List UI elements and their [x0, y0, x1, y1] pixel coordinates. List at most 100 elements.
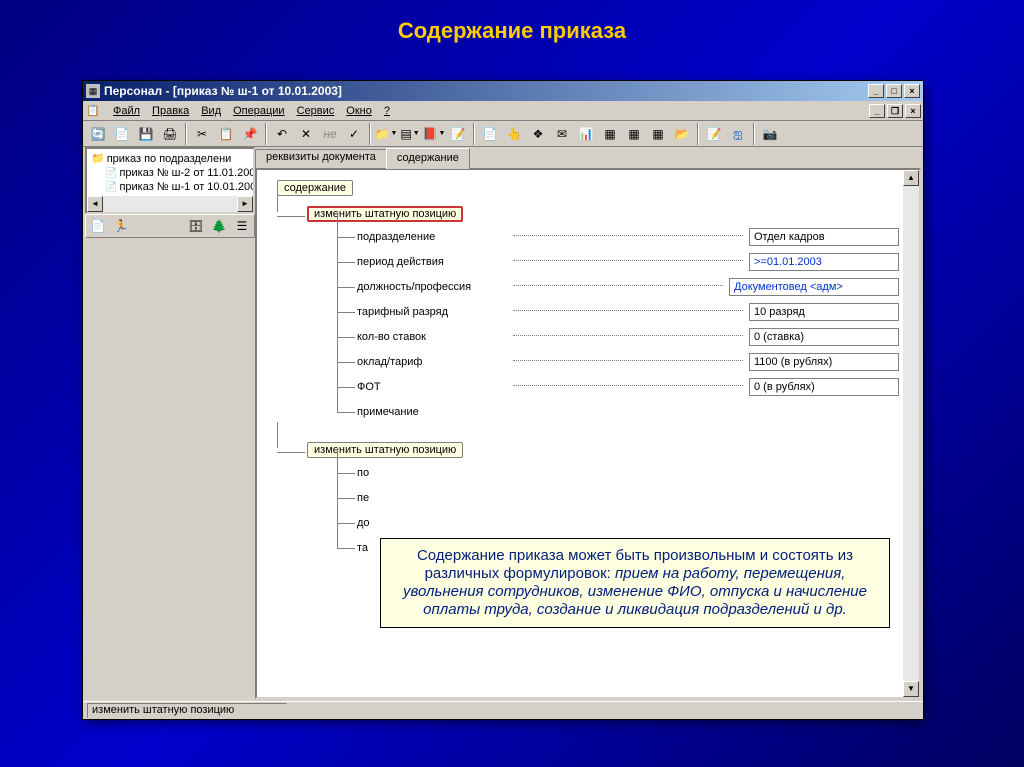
nav-new-icon[interactable]: 📄	[87, 215, 109, 237]
tb-check-icon[interactable]: ✓	[343, 123, 365, 145]
tb-share-icon[interactable]: ❖	[527, 123, 549, 145]
field-value[interactable]: 1100 (в рублях)	[749, 353, 899, 371]
field-row: кол-во ставок0 (ставка)	[337, 327, 899, 347]
field-value[interactable]: 10 разряд	[749, 303, 899, 321]
menu-operations[interactable]: Операции	[227, 103, 290, 119]
mdi-minimize-button[interactable]: _	[869, 104, 885, 118]
annotation-callout: Содержание приказа может быть произвольн…	[380, 538, 890, 628]
tb-sep	[697, 123, 699, 145]
system-menu-icon[interactable]: 📋	[85, 103, 101, 119]
tb-sheet-icon[interactable]: 📄	[479, 123, 501, 145]
field-value[interactable]: Отдел кадров	[749, 228, 899, 246]
tb-delete-icon[interactable]: ✕	[295, 123, 317, 145]
field-row: подразделение Отдел кадров	[337, 227, 899, 247]
tb-folder-add-icon[interactable]: 📁▼	[375, 123, 397, 145]
tab-details[interactable]: реквизиты документа	[255, 149, 387, 170]
tree-item[interactable]: приказ № ш-1 от 10.01.200	[89, 180, 251, 194]
tb-page-icon[interactable]: ▤▼	[399, 123, 421, 145]
tb-grid1-icon[interactable]: ▦	[599, 123, 621, 145]
close-button[interactable]: ×	[904, 84, 920, 98]
field-label: пе	[357, 492, 507, 504]
window-title: Персонал - [приказ № ш-1 от 10.01.2003]	[104, 84, 868, 98]
menu-window[interactable]: Окно	[340, 103, 378, 119]
tb-sep	[185, 123, 187, 145]
mdi-close-button[interactable]: ×	[905, 104, 921, 118]
outline-node-2[interactable]: изменить штатную позицию	[307, 442, 463, 458]
field-label: тарифный разряд	[357, 306, 507, 318]
outline-node-1[interactable]: изменить штатную позицию	[307, 206, 463, 222]
tb-camera-icon[interactable]: 📷	[759, 123, 781, 145]
statusbar: изменить штатную позицию	[83, 701, 923, 719]
tb-cut-icon[interactable]: ✂	[191, 123, 213, 145]
tb-doc-icon[interactable]: 📄	[111, 123, 133, 145]
mdi-restore-button[interactable]: ❐	[887, 104, 903, 118]
menu-view[interactable]: Вид	[195, 103, 227, 119]
nav-db-icon[interactable]: 🗄	[185, 215, 207, 237]
nav-run-icon[interactable]: 🏃	[110, 215, 132, 237]
menu-edit[interactable]: Правка	[146, 103, 195, 119]
menu-file[interactable]: Файл	[107, 103, 146, 119]
nav-tree-icon[interactable]: 🌲	[208, 215, 230, 237]
titlebar: ▦ Персонал - [приказ № ш-1 от 10.01.2003…	[83, 81, 923, 101]
scroll-up-icon[interactable]: ▲	[903, 170, 919, 186]
tb-sep	[265, 123, 267, 145]
field-label: по	[357, 467, 507, 479]
scroll-right-icon[interactable]: ►	[237, 196, 253, 212]
tb-print-icon[interactable]: 🖨	[159, 123, 181, 145]
menubar: 📋 Файл Правка Вид Операции Сервис Окно ?…	[83, 101, 923, 121]
tb-mail-icon[interactable]: ✉	[551, 123, 573, 145]
tb-refresh-icon[interactable]: 🔄	[87, 123, 109, 145]
field-label: ФОТ	[357, 381, 507, 393]
nav-list-icon[interactable]: ☰	[231, 215, 253, 237]
scroll-down-icon[interactable]: ▼	[903, 681, 919, 697]
field-label: подразделение	[357, 231, 507, 243]
menu-service[interactable]: Сервис	[291, 103, 341, 119]
outline-root[interactable]: содержание	[277, 180, 353, 196]
tb-edit2-icon[interactable]: 📝	[703, 123, 725, 145]
tb-butterfly-icon[interactable]: ஐ	[727, 123, 749, 145]
status-text: изменить штатную позицию	[87, 703, 287, 718]
field-value[interactable]: 0 (ставка)	[749, 328, 899, 346]
outline-tree: содержание изменить штатную позицию подр…	[257, 170, 919, 573]
slide-title: Содержание приказа	[0, 0, 1024, 62]
tb-sep	[753, 123, 755, 145]
tb-grid2-icon[interactable]: ▦	[623, 123, 645, 145]
tb-note-icon[interactable]: 📝	[447, 123, 469, 145]
tb-hand-icon[interactable]: 👆	[503, 123, 525, 145]
field-row: период действия>=01.01.2003	[337, 252, 899, 272]
navigator-tree[interactable]: приказ по подразделени приказ № ш-2 от 1…	[87, 149, 253, 196]
tb-sep	[473, 123, 475, 145]
field-value[interactable]: >=01.01.2003	[749, 253, 899, 271]
tb-report-icon[interactable]: 📊	[575, 123, 597, 145]
tree-root[interactable]: приказ по подразделени	[89, 151, 251, 166]
navigator-toolbar: 📄 🏃 🗄 🌲 ☰	[85, 214, 255, 238]
toolbar: 🔄 📄 💾 🖨 ✂ 📋 📌 ↶ ✕ не ✓ 📁▼ ▤▼ 📕▼ 📝 📄 👆 ❖ …	[83, 121, 923, 147]
field-row-partial: пе	[337, 488, 899, 508]
tb-sep	[369, 123, 371, 145]
v-scrollbar[interactable]: ▲ ▼	[903, 170, 919, 697]
tb-undo-icon[interactable]: ↶	[271, 123, 293, 145]
tb-paste-icon[interactable]: 📌	[239, 123, 261, 145]
field-label: примечание	[357, 406, 507, 418]
field-label: до	[357, 517, 507, 529]
tab-content[interactable]: содержание	[386, 148, 470, 169]
field-row: оклад/тариф1100 (в рублях)	[337, 352, 899, 372]
field-row-partial: по	[337, 463, 899, 483]
tb-book-icon[interactable]: 📕▼	[423, 123, 445, 145]
tree-item[interactable]: приказ № ш-2 от 11.01.200	[89, 166, 251, 180]
field-row-partial: до	[337, 513, 899, 533]
tb-open-icon[interactable]: 📂	[671, 123, 693, 145]
tb-italic-icon[interactable]: не	[319, 123, 341, 145]
tb-copy-icon[interactable]: 📋	[215, 123, 237, 145]
field-label: должность/профессия	[357, 281, 507, 293]
field-value[interactable]: Документовед <адм>	[729, 278, 899, 296]
tb-save-icon[interactable]: 💾	[135, 123, 157, 145]
h-scrollbar[interactable]: ◄ ►	[87, 196, 253, 212]
maximize-button[interactable]: □	[886, 84, 902, 98]
minimize-button[interactable]: _	[868, 84, 884, 98]
menu-help[interactable]: ?	[378, 103, 396, 119]
field-row: тарифный разряд 10 разряд	[337, 302, 899, 322]
field-value[interactable]: 0 (в рублях)	[749, 378, 899, 396]
tb-grid3-icon[interactable]: ▦	[647, 123, 669, 145]
scroll-left-icon[interactable]: ◄	[87, 196, 103, 212]
